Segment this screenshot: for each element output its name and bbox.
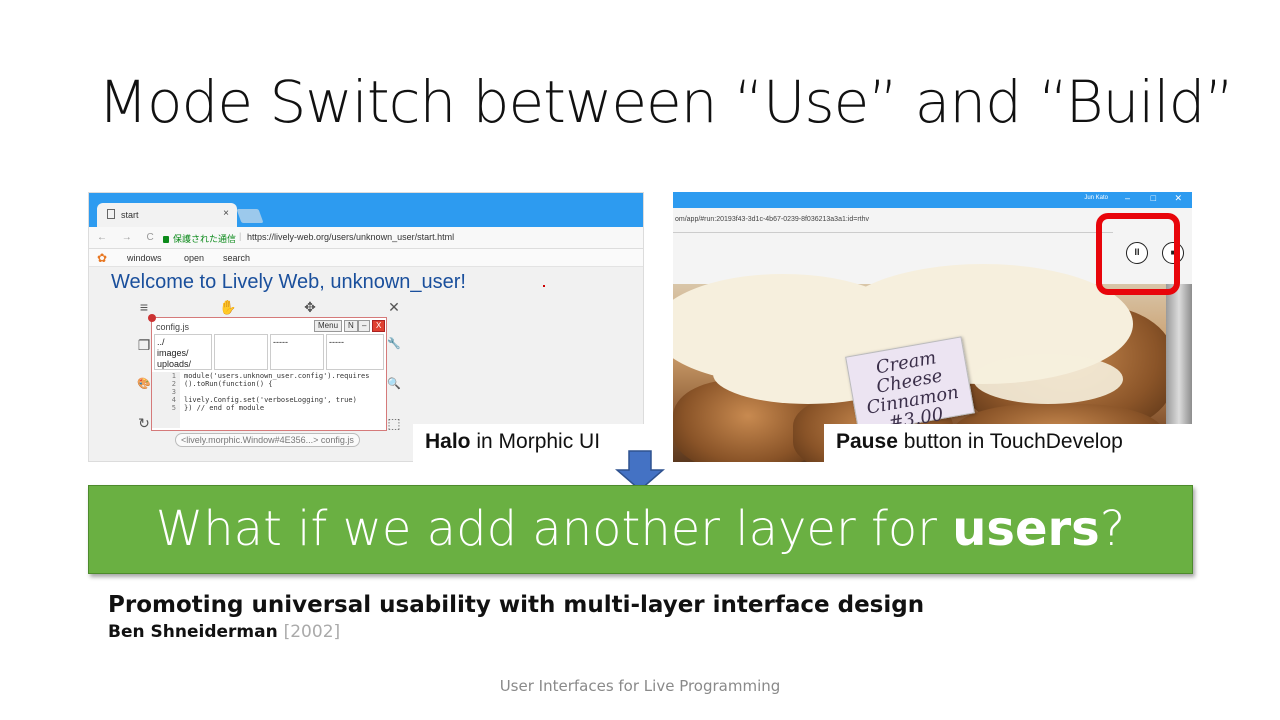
code-lines: module('users.unknown_user.config').requ… xyxy=(184,372,369,412)
menu-item-search[interactable]: search xyxy=(223,253,250,263)
cursor-dot xyxy=(543,285,545,287)
code-line: module('users.unknown_user.config').requ… xyxy=(184,372,370,380)
line-number: 3 xyxy=(171,388,176,396)
secure-label: 保護された通信 xyxy=(163,232,236,245)
question-banner: What if we add another layer for users? xyxy=(88,485,1193,574)
window-minimize-button[interactable]: – xyxy=(358,320,371,332)
halo-resize-icon[interactable]: ⬚ xyxy=(385,415,403,432)
menu-item-open[interactable]: open xyxy=(184,253,204,263)
halo-move-icon[interactable]: ✥ xyxy=(301,299,319,316)
window-title: config.js xyxy=(156,322,190,332)
tab-title: start xyxy=(121,210,139,220)
file-list-1[interactable] xyxy=(214,334,268,370)
window-close-button[interactable]: X xyxy=(372,320,386,332)
window-n-button[interactable]: N xyxy=(344,320,358,332)
maximize-icon[interactable]: □ xyxy=(1151,193,1156,203)
code-line: ().toRun(function() { xyxy=(184,380,273,388)
halo-tools-icon[interactable]: 🔧 xyxy=(385,337,403,350)
line-gutter: 1 2 3 4 5 xyxy=(152,372,180,428)
close-icon[interactable]: ✕ xyxy=(1174,193,1182,204)
frosting-shape xyxy=(973,354,1123,404)
url-text: https://lively-web.org/users/unknown_use… xyxy=(247,232,455,242)
pause-highlight-box xyxy=(1096,213,1180,295)
window-user: Jun Kato xyxy=(1084,195,1108,201)
url-separator: | xyxy=(239,231,242,241)
tab-close-icon[interactable]: × xyxy=(223,208,229,219)
lively-logo-icon: ✿ xyxy=(97,251,108,265)
code-line: lively.Config.set('verboseLogging', true… xyxy=(184,396,357,404)
reference-year: [2002] xyxy=(283,622,341,642)
lively-screenshot: start × ← → C 保護された通信 | https://lively-w… xyxy=(88,192,644,462)
banner-emphasis: users xyxy=(952,501,1100,557)
line-number: 5 xyxy=(171,404,176,412)
caption-text: in Morphic UI xyxy=(470,430,601,453)
code-editor-window[interactable]: config.js Menu N – X ../ images/ uploads… xyxy=(148,314,387,431)
code-line: }) // end of module xyxy=(184,404,265,412)
window-menu-button[interactable]: Menu xyxy=(314,320,343,332)
menu-item-windows[interactable]: windows xyxy=(127,253,162,263)
reference-title: Promoting universal usability with multi… xyxy=(108,592,925,618)
line-number: 2 xyxy=(171,380,176,388)
browser-tab[interactable]: start × xyxy=(97,203,237,227)
caption-bold: Halo xyxy=(425,430,471,453)
new-tab-button[interactable] xyxy=(236,209,264,223)
window-titlebar: Jun Kato – □ ✕ xyxy=(673,192,1192,208)
file-list-3[interactable]: ----- xyxy=(326,334,384,370)
list-placeholder: ----- xyxy=(273,337,288,347)
document-icon xyxy=(107,209,115,219)
banner-text: What if we add another layer for xyxy=(155,501,953,557)
banner-question-mark: ? xyxy=(1099,501,1126,557)
halo-close-icon[interactable]: ✕ xyxy=(385,299,403,316)
caption-text: button in TouchDevelop xyxy=(897,430,1123,453)
slide-footer: User Interfaces for Live Programming xyxy=(499,677,781,695)
caption-bold: Pause xyxy=(836,430,898,453)
halo-menu-icon[interactable]: ≡ xyxy=(135,299,153,315)
file-list-2[interactable]: ----- xyxy=(270,334,324,370)
slide-title: Mode Switch between “Use” and “Build” xyxy=(98,68,1234,136)
caption-halo: Halo in Morphic UI xyxy=(413,424,644,462)
halo-inspect-icon[interactable]: 🔍 xyxy=(385,377,403,390)
window-handle[interactable] xyxy=(148,314,156,322)
window-label: <lively.morphic.Window#4E356...> config.… xyxy=(175,433,360,447)
halo-grab-icon[interactable]: ✋ xyxy=(219,299,237,316)
reference-author: Ben Shneiderman [2002] xyxy=(108,622,340,642)
nav-buttons[interactable]: ← → C xyxy=(97,232,160,243)
author-name: Ben Shneiderman xyxy=(108,622,278,642)
code-editor[interactable]: 1 2 3 4 5 module('users.unknown_user.con… xyxy=(152,372,386,428)
caption-pause: Pause button in TouchDevelop xyxy=(824,424,1192,462)
list-item[interactable]: uploads/ xyxy=(157,359,209,369)
lively-menu-bar: ✿ windows open search xyxy=(89,249,643,267)
list-placeholder: ----- xyxy=(329,337,344,347)
welcome-text: Welcome to Lively Web, unknown_user! xyxy=(111,271,466,293)
directory-list[interactable]: ../ images/ uploads/ xyxy=(154,334,212,370)
list-item[interactable]: ../ xyxy=(157,337,209,348)
address-bar[interactable]: ← → C 保護された通信 | https://lively-web.org/u… xyxy=(89,227,643,249)
browser-tab-bar: start × xyxy=(89,193,643,227)
line-number: 4 xyxy=(171,396,176,404)
minimize-icon[interactable]: – xyxy=(1125,193,1130,203)
line-number: 1 xyxy=(171,372,176,380)
list-item[interactable]: images/ xyxy=(157,348,209,359)
